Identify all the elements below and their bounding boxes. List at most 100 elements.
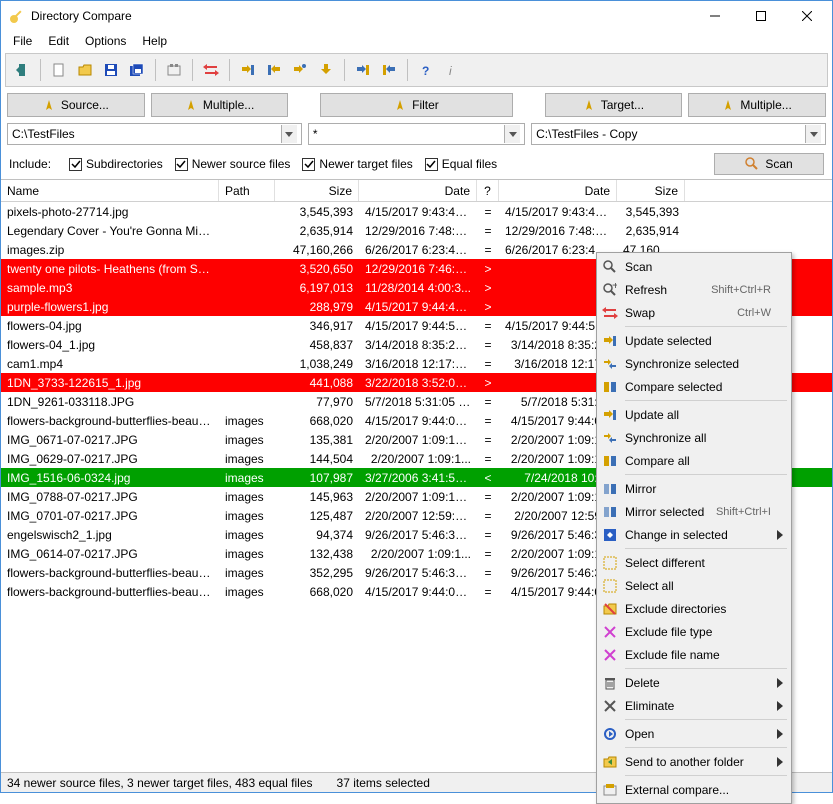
menu-item-compare-selected[interactable]: Compare selected — [599, 375, 789, 398]
toolbar-new-icon[interactable] — [49, 60, 69, 80]
menu-item-send-to-another-folder[interactable]: Send to another folder — [599, 750, 789, 773]
target-button[interactable]: Target... — [545, 93, 683, 117]
cell-date: 3/22/2018 3:52:04 ... — [359, 376, 477, 390]
toolbar-action5-icon[interactable] — [353, 60, 373, 80]
menu-item-external-compare-[interactable]: External compare... — [599, 778, 789, 801]
toolbar-action3-icon[interactable] — [290, 60, 310, 80]
toolbar-about-icon[interactable]: i — [442, 60, 462, 80]
cell-date: 2/20/2007 1:09:12 ... — [359, 490, 477, 504]
menu-label: Exclude file type — [625, 625, 771, 639]
multiple-target-button[interactable]: Multiple... — [688, 93, 826, 117]
toolbar-open-icon[interactable] — [75, 60, 95, 80]
cell-date: 4/15/2017 9:44:59 ... — [359, 319, 477, 333]
cell-size: 132,438 — [275, 547, 359, 561]
menu-shortcut: Shift+Ctrl+R — [711, 284, 771, 296]
subdirs-checkbox[interactable]: Subdirectories — [69, 157, 163, 171]
menu-edit[interactable]: Edit — [40, 32, 77, 50]
menu-item-update-selected[interactable]: Update selected — [599, 329, 789, 352]
minimize-button[interactable] — [692, 1, 738, 31]
cell-size: 441,088 — [275, 376, 359, 390]
chevron-down-icon[interactable] — [504, 125, 520, 143]
source-button[interactable]: Source... — [7, 93, 145, 117]
col-date2[interactable]: Date — [499, 180, 617, 201]
menu-item-exclude-file-name[interactable]: Exclude file name — [599, 643, 789, 666]
scan-button[interactable]: Scan — [714, 153, 824, 175]
toolbar: ? i — [5, 53, 828, 87]
cell-compare: = — [477, 547, 499, 561]
cell-name: 1DN_3733-122615_1.jpg — [1, 376, 219, 390]
menu-item-update-all[interactable]: Update all — [599, 403, 789, 426]
toolbar-action6-icon[interactable] — [379, 60, 399, 80]
toolbar-exit-icon[interactable] — [12, 60, 32, 80]
newer-source-label: Newer source files — [192, 157, 291, 171]
menu-item-delete[interactable]: Delete — [599, 671, 789, 694]
filter-combo[interactable]: * — [308, 123, 525, 145]
col-compare[interactable]: ? — [477, 180, 499, 201]
menu-label: Delete — [625, 676, 771, 690]
context-menu: Scan+RefreshShift+Ctrl+RSwapCtrl+W Update… — [596, 252, 792, 804]
cell-date: 12/29/2016 7:48:1... — [359, 224, 477, 238]
cell-compare: = — [477, 319, 499, 333]
toolbar-action2-icon[interactable] — [264, 60, 284, 80]
menu-file[interactable]: File — [5, 32, 40, 50]
menu-item-change-in-selected[interactable]: Change in selected — [599, 523, 789, 546]
menu-item-swap[interactable]: SwapCtrl+W — [599, 301, 789, 324]
close-button[interactable] — [784, 1, 830, 31]
menu-item-select-different[interactable]: Select different — [599, 551, 789, 574]
source-path-combo[interactable]: C:\TestFiles — [7, 123, 302, 145]
menu-help[interactable]: Help — [134, 32, 175, 50]
cell-size: 6,197,013 — [275, 281, 359, 295]
cell-size: 668,020 — [275, 414, 359, 428]
target-label: Target... — [601, 98, 644, 112]
checkbox-icon — [175, 158, 188, 171]
menu-item-synchronize-selected[interactable]: Synchronize selected — [599, 352, 789, 375]
maximize-button[interactable] — [738, 1, 784, 31]
menu-item-refresh[interactable]: +RefreshShift+Ctrl+R — [599, 278, 789, 301]
menu-item-scan[interactable]: Scan — [599, 255, 789, 278]
menu-item-open[interactable]: Open — [599, 722, 789, 745]
toolbar-action4-icon[interactable] — [316, 60, 336, 80]
cell-date: 3/14/2018 8:35:26 ... — [359, 338, 477, 352]
cell-size: 3,545,393 — [275, 205, 359, 219]
table-row[interactable]: pixels-photo-27714.jpg3,545,3934/15/2017… — [1, 202, 832, 221]
col-size[interactable]: Size — [275, 180, 359, 201]
multiple-source-button[interactable]: Multiple... — [151, 93, 289, 117]
menu-item-eliminate[interactable]: Eliminate — [599, 694, 789, 717]
menu-item-compare-all[interactable]: Compare all — [599, 449, 789, 472]
newer-target-checkbox[interactable]: Newer target files — [302, 157, 412, 171]
menu-label: Exclude directories — [625, 602, 771, 616]
chevron-down-icon[interactable] — [805, 125, 821, 143]
toolbar-saveall-icon[interactable] — [127, 60, 147, 80]
toolbar-action1-icon[interactable] — [238, 60, 258, 80]
col-name[interactable]: Name — [1, 180, 219, 201]
equal-checkbox[interactable]: Equal files — [425, 157, 497, 171]
toolbar-separator — [407, 59, 408, 81]
menu-label: Eliminate — [625, 699, 771, 713]
toolbar-help-icon[interactable]: ? — [416, 60, 436, 80]
menu-item-exclude-file-type[interactable]: Exclude file type — [599, 620, 789, 643]
menu-item-exclude-directories[interactable]: Exclude directories — [599, 597, 789, 620]
toolbar-save-icon[interactable] — [101, 60, 121, 80]
menu-label: Compare selected — [625, 380, 771, 394]
table-row[interactable]: Legendary Cover - You're Gonna Miss Me .… — [1, 221, 832, 240]
filter-button[interactable]: Filter — [320, 93, 512, 117]
chevron-down-icon[interactable] — [281, 125, 297, 143]
cell-compare: > — [477, 376, 499, 390]
toolbar-swap-icon[interactable] — [201, 60, 221, 80]
col-path[interactable]: Path — [219, 180, 275, 201]
cell-name: images.zip — [1, 243, 219, 257]
menu-options[interactable]: Options — [77, 32, 134, 50]
toolbar-settings-icon[interactable] — [164, 60, 184, 80]
menu-item-mirror-selected[interactable]: Mirror selected Shift+Ctrl+I — [599, 500, 789, 523]
menu-item-synchronize-all[interactable]: Synchronize all — [599, 426, 789, 449]
newer-source-checkbox[interactable]: Newer source files — [175, 157, 291, 171]
col-size2[interactable]: Size — [617, 180, 685, 201]
cell-name: IMG_1516-06-0324.jpg — [1, 471, 219, 485]
menu-shortcut: Shift+Ctrl+I — [716, 506, 771, 518]
menu-item-select-all[interactable]: Select all — [599, 574, 789, 597]
target-path-combo[interactable]: C:\TestFiles - Copy — [531, 123, 826, 145]
cell-date: 9/26/2017 5:46:39 ... — [359, 566, 477, 580]
col-date[interactable]: Date — [359, 180, 477, 201]
menu-item-mirror[interactable]: Mirror — [599, 477, 789, 500]
menu-label: Mirror selected — [625, 505, 710, 519]
